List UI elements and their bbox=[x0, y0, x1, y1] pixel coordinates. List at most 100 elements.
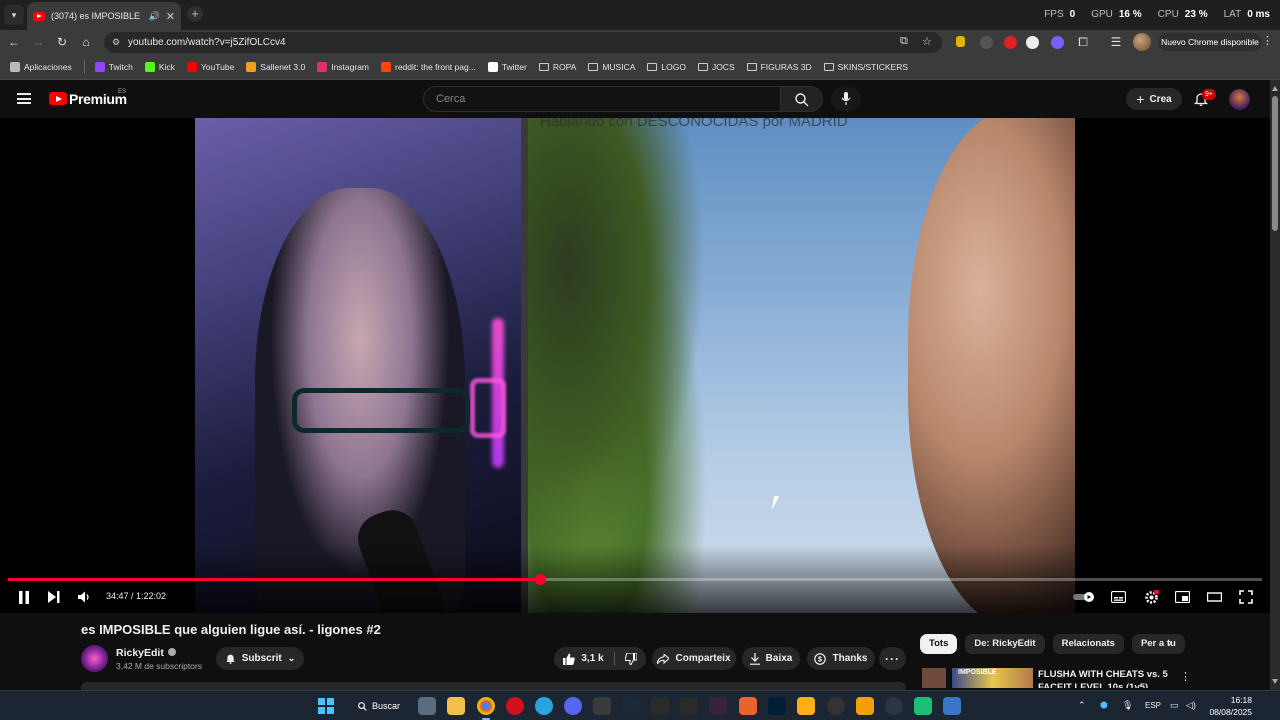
recommended-thumbnail-edge[interactable] bbox=[922, 668, 946, 688]
steam-icon[interactable] bbox=[622, 697, 640, 715]
extension-icon-4[interactable] bbox=[1026, 36, 1039, 49]
extension-icon-2[interactable] bbox=[980, 36, 993, 49]
app-icon-circle[interactable] bbox=[827, 697, 845, 715]
chip-for-you[interactable]: Per a tu bbox=[1131, 634, 1185, 654]
forward-arrow-icon[interactable]: → bbox=[30, 34, 46, 50]
bookmark-8[interactable]: ROPA bbox=[538, 62, 576, 72]
scroll-up-arrow-icon[interactable] bbox=[1272, 86, 1278, 91]
autoplay-toggle[interactable] bbox=[1071, 589, 1097, 605]
thumbs-up-icon[interactable] bbox=[563, 653, 576, 665]
search-input[interactable]: Cerca bbox=[423, 86, 781, 112]
bookmark-0[interactable]: Aplicaciones bbox=[10, 62, 72, 72]
bookmark-4[interactable]: Sallenet 3.0 bbox=[246, 62, 305, 72]
theater-mode-button[interactable] bbox=[1206, 589, 1222, 605]
chip-from-channel[interactable]: De: RickyEdit bbox=[965, 634, 1045, 654]
extension-icon-1[interactable] bbox=[956, 36, 965, 47]
hamburger-menu-icon[interactable] bbox=[17, 93, 31, 104]
app-icon-purple[interactable] bbox=[709, 697, 727, 715]
input-language[interactable]: ESP bbox=[1145, 701, 1161, 710]
bookmark-13[interactable]: SKINS/STICKERS bbox=[823, 62, 908, 72]
thanks-button[interactable]: $ Thanks bbox=[807, 647, 875, 670]
home-icon[interactable]: ⌂ bbox=[78, 34, 94, 50]
photoshop-icon[interactable] bbox=[768, 697, 786, 715]
bookmark-9[interactable]: MUSICA bbox=[588, 62, 635, 72]
download-button[interactable]: Baixa bbox=[742, 647, 800, 670]
tray-volume-icon[interactable]: ◁) bbox=[1186, 700, 1196, 711]
bookmark-5[interactable]: Instagram bbox=[317, 62, 369, 72]
app-icon-green[interactable] bbox=[914, 697, 932, 715]
rockstar-icon[interactable] bbox=[797, 697, 815, 715]
youtube-logo-icon[interactable] bbox=[49, 92, 67, 105]
vertical-more-icon[interactable]: ⋮ bbox=[1180, 670, 1191, 683]
miniplayer-button[interactable] bbox=[1174, 589, 1190, 605]
voice-search-button[interactable] bbox=[831, 86, 861, 112]
subtitles-button[interactable] bbox=[1110, 589, 1126, 605]
tray-defender-icon[interactable]: ⬢ bbox=[1100, 700, 1108, 711]
tray-network-icon[interactable]: ▭ bbox=[1170, 700, 1179, 711]
tray-microphone-icon[interactable]: 🎙 bbox=[1122, 700, 1133, 711]
channel-name-text[interactable]: RickyEdit bbox=[116, 647, 164, 659]
file-explorer-icon[interactable] bbox=[447, 697, 465, 715]
telegram-icon[interactable] bbox=[535, 697, 553, 715]
bookmark-1[interactable]: Twitch bbox=[94, 62, 133, 72]
app-icon-blue[interactable] bbox=[943, 697, 961, 715]
channel-name[interactable]: RickyEdit bbox=[116, 647, 176, 659]
browser-tab-active[interactable]: (3074) es IMPOSIBLE que alg... 🔊 ✕ bbox=[27, 2, 181, 30]
reload-icon[interactable]: ↻ bbox=[54, 34, 70, 50]
bookmark-star-icon[interactable]: ☆ bbox=[922, 35, 932, 48]
more-actions-button[interactable]: ··· bbox=[879, 647, 906, 670]
bookmark-10[interactable]: LOGO bbox=[647, 62, 686, 72]
share-button[interactable]: Comparteix bbox=[652, 647, 736, 670]
install-app-icon[interactable]: ⧉ bbox=[900, 35, 908, 48]
bookmark-12[interactable]: FIGURAS 3D bbox=[746, 62, 812, 72]
chip-related[interactable]: Relacionats bbox=[1052, 634, 1124, 654]
recommended-thumbnail[interactable]: IMPOSIBLE bbox=[952, 668, 1033, 688]
task-view-icon[interactable] bbox=[418, 697, 436, 715]
chrome-icon[interactable] bbox=[477, 697, 495, 715]
thumbs-down-icon[interactable] bbox=[624, 652, 637, 665]
fullscreen-button[interactable] bbox=[1238, 589, 1254, 605]
app-icon-orange[interactable] bbox=[680, 697, 698, 715]
subscribed-button[interactable]: Subscrit ⌄ bbox=[216, 647, 304, 670]
taskbar-search[interactable]: Buscar bbox=[350, 696, 408, 716]
scroll-down-arrow-icon[interactable] bbox=[1272, 679, 1278, 684]
discord-icon[interactable] bbox=[564, 697, 582, 715]
like-count[interactable]: 3,1 k bbox=[581, 653, 603, 664]
tray-overflow-chevron-icon[interactable]: ⌃ bbox=[1078, 700, 1086, 711]
recommended-video-title[interactable]: FLUSHA WITH CHEATS vs. 5 FACEIT LEVEL 10… bbox=[1038, 668, 1168, 688]
pause-button[interactable] bbox=[16, 589, 32, 605]
bookmark-6[interactable]: reddit: the front pag... bbox=[381, 62, 476, 72]
page-scrollbar[interactable] bbox=[1270, 80, 1280, 690]
channel-avatar[interactable] bbox=[81, 645, 108, 672]
address-bar[interactable]: ⚙ youtube.com/watch?v=j5ZifOLCcv4 ⧉ ☆ bbox=[104, 32, 942, 53]
close-tab-icon[interactable]: ✕ bbox=[166, 10, 175, 23]
video-player[interactable]: Hablando con DESCONOCIDAS por MADRID bbox=[0, 118, 1270, 613]
windows-start-icon[interactable] bbox=[318, 698, 334, 714]
progress-scrubber[interactable] bbox=[535, 574, 546, 585]
progress-bar[interactable] bbox=[8, 574, 1262, 585]
back-arrow-icon[interactable]: ← bbox=[6, 34, 22, 50]
profile-avatar[interactable] bbox=[1133, 33, 1151, 51]
bookmark-11[interactable]: JOCS bbox=[697, 62, 735, 72]
extensions-puzzle-icon[interactable]: ⧠ bbox=[1075, 34, 1091, 50]
chrome-update-button[interactable]: Nuevo Chrome disponible bbox=[1158, 33, 1262, 51]
app-icon-logo[interactable] bbox=[885, 697, 903, 715]
search-button[interactable] bbox=[781, 86, 823, 112]
tab-search-chevron-icon[interactable]: ▾ bbox=[4, 5, 24, 25]
description-box[interactable] bbox=[81, 682, 906, 690]
chevron-right-icon[interactable]: › bbox=[1168, 637, 1172, 649]
volume-button[interactable] bbox=[76, 589, 92, 605]
create-button[interactable]: + Crea bbox=[1126, 88, 1182, 110]
bookmark-3[interactable]: YouTube bbox=[186, 62, 234, 72]
chip-all[interactable]: Tots bbox=[920, 634, 958, 654]
opera-icon[interactable] bbox=[506, 697, 524, 715]
bookmark-2[interactable]: Kick bbox=[144, 62, 175, 72]
scroll-thumb[interactable] bbox=[1272, 96, 1278, 231]
app-icon-a[interactable] bbox=[739, 697, 757, 715]
bookmark-7[interactable]: Twitter bbox=[487, 62, 527, 72]
extension-icon-5[interactable] bbox=[1051, 36, 1064, 49]
app-icon-gear[interactable] bbox=[593, 697, 611, 715]
new-tab-button[interactable]: + bbox=[187, 6, 203, 22]
chrome-menu-icon[interactable]: ⋮ bbox=[1262, 34, 1273, 47]
next-button[interactable] bbox=[46, 589, 62, 605]
